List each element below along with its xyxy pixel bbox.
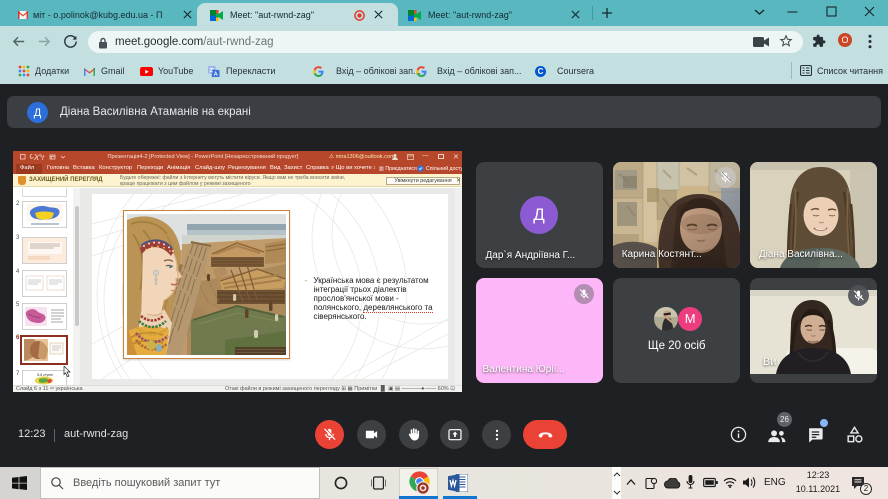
svg-text:5-6 ступні: 5-6 ступні [37, 373, 53, 377]
